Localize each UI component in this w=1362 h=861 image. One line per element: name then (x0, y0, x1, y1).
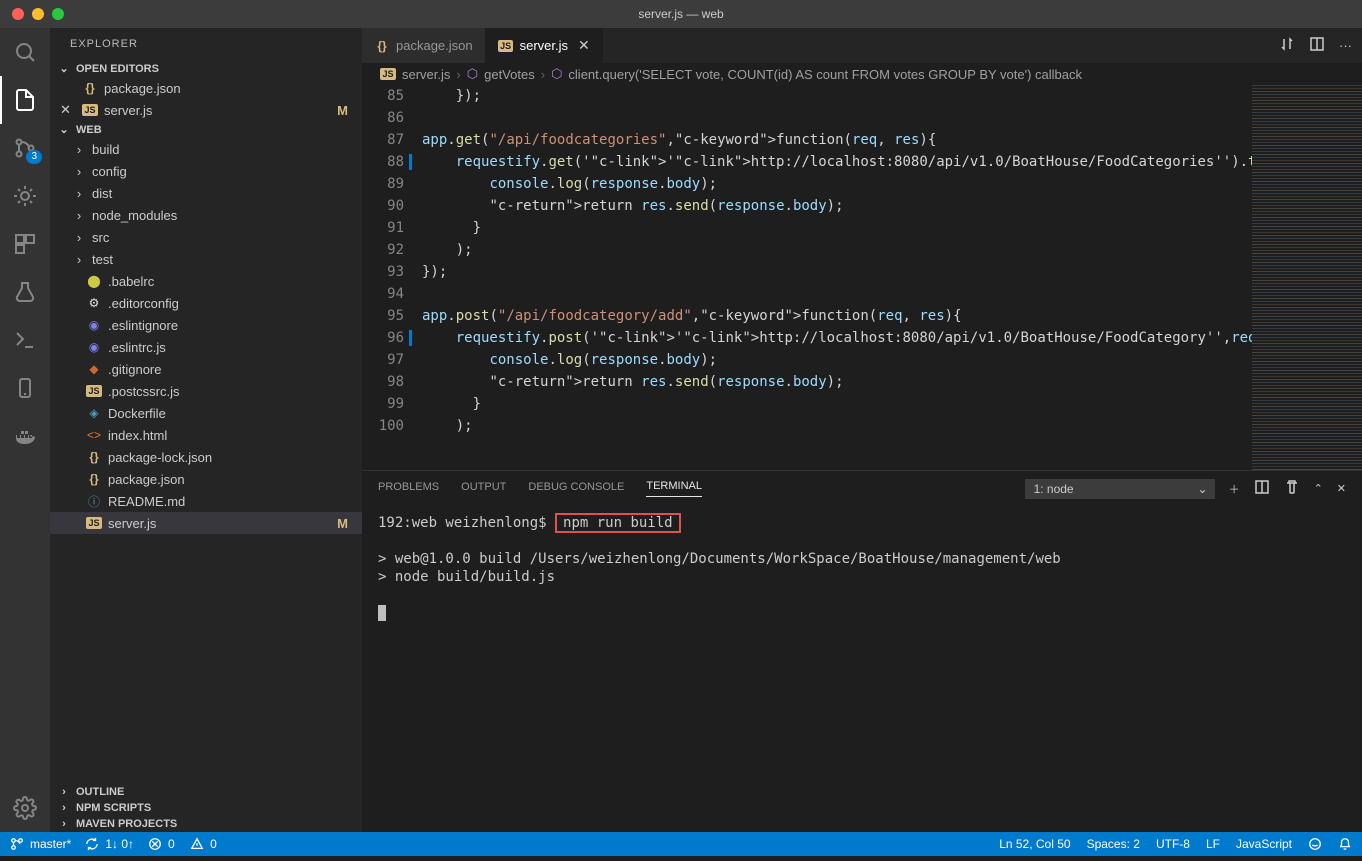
workspace-section[interactable]: ⌄WEB (50, 121, 362, 138)
tab-bar: {}package.jsonJSserver.js✕ ··· (362, 28, 1362, 63)
file-item[interactable]: {}package-lock.json (50, 446, 362, 468)
tab-problems[interactable]: PROBLEMS (378, 481, 439, 497)
open-editors-section[interactable]: ⌄OPEN EDITORS (50, 60, 362, 77)
tab-terminal[interactable]: TERMINAL (646, 480, 702, 497)
folder-item[interactable]: ›src (50, 226, 362, 248)
maximize-panel-icon[interactable]: ⌃ (1314, 482, 1323, 495)
editor-tab[interactable]: JSserver.js✕ (486, 28, 603, 63)
status-bar: master* 1↓ 0↑ 0 0 Ln 52, Col 50 Spaces: … (0, 832, 1362, 856)
status-sync[interactable]: 1↓ 0↑ (85, 837, 134, 851)
sidebar: EXPLORER ⌄OPEN EDITORS {}package.json✕JS… (50, 28, 362, 832)
kill-terminal-icon[interactable] (1284, 479, 1300, 498)
status-language[interactable]: JavaScript (1236, 837, 1292, 851)
compare-changes-icon[interactable] (1279, 36, 1295, 55)
file-item[interactable]: ◆.gitignore (50, 358, 362, 380)
minimap[interactable] (1252, 85, 1362, 470)
split-terminal-icon[interactable] (1254, 479, 1270, 498)
explorer-icon[interactable] (0, 76, 50, 124)
explorer-title: EXPLORER (50, 28, 362, 60)
test-icon[interactable] (0, 268, 50, 316)
device-icon[interactable] (0, 364, 50, 412)
file-item[interactable]: ◈Dockerfile (50, 402, 362, 424)
maximize-window-button[interactable] (52, 8, 64, 20)
scm-badge: 3 (26, 150, 42, 164)
status-cursor-position[interactable]: Ln 52, Col 50 (999, 837, 1070, 851)
folder-item[interactable]: ›config (50, 160, 362, 182)
editor-tab[interactable]: {}package.json (362, 28, 486, 63)
tab-output[interactable]: OUTPUT (461, 481, 506, 497)
extensions-icon[interactable] (0, 220, 50, 268)
settings-icon[interactable] (0, 784, 50, 832)
terminal-selector[interactable]: 1: node⌄ (1025, 479, 1215, 499)
traffic-lights (12, 8, 64, 20)
new-terminal-icon[interactable]: ＋ (1229, 481, 1240, 497)
file-item[interactable]: ⬤.babelrc (50, 270, 362, 292)
editor-area: {}package.jsonJSserver.js✕ ··· JS server… (362, 28, 1362, 832)
folder-item[interactable]: ›build (50, 138, 362, 160)
breadcrumb[interactable]: JS server.js › ⬡ getVotes › ⬡ client.que… (362, 63, 1362, 85)
folder-item[interactable]: ›node_modules (50, 204, 362, 226)
close-tab-icon[interactable]: ✕ (578, 37, 590, 54)
debug-icon[interactable] (0, 172, 50, 220)
outline-section[interactable]: ›OUTLINE (50, 784, 362, 800)
file-item[interactable]: JS.postcssrc.js (50, 380, 362, 402)
source-control-icon[interactable]: 3 (0, 124, 50, 172)
file-item[interactable]: ⓘREADME.md (50, 490, 362, 512)
npm-scripts-section[interactable]: ›NPM SCRIPTS (50, 800, 362, 816)
maven-section[interactable]: ›MAVEN PROJECTS (50, 816, 362, 832)
search-icon[interactable] (0, 28, 50, 76)
folder-item[interactable]: ›test (50, 248, 362, 270)
code-editor[interactable]: }); app.get("/api/foodcategories","c-key… (422, 85, 1252, 470)
more-actions-icon[interactable]: ··· (1339, 38, 1352, 53)
status-problems[interactable]: 0 0 (148, 837, 217, 851)
docker-icon[interactable] (0, 412, 50, 460)
notifications-icon[interactable] (1338, 837, 1352, 851)
status-branch[interactable]: master* (10, 837, 71, 851)
file-item[interactable]: ◉.eslintignore (50, 314, 362, 336)
terminal-body[interactable]: 192:web weizhenlong$ npm run build > web… (362, 506, 1362, 832)
highlighted-command: npm run build (555, 513, 681, 533)
file-item[interactable]: JSserver.jsM (50, 512, 362, 534)
status-indentation[interactable]: Spaces: 2 (1087, 837, 1140, 851)
minimize-window-button[interactable] (32, 8, 44, 20)
file-item[interactable]: ⚙.editorconfig (50, 292, 362, 314)
status-encoding[interactable]: UTF-8 (1156, 837, 1190, 851)
open-editor-item[interactable]: ✕JSserver.jsM (50, 99, 362, 121)
line-gutter[interactable]: 858687888990919293949596979899100 (362, 85, 422, 470)
close-window-button[interactable] (12, 8, 24, 20)
panel: PROBLEMS OUTPUT DEBUG CONSOLE TERMINAL 1… (362, 470, 1362, 832)
close-panel-icon[interactable]: ✕ (1337, 482, 1346, 495)
activity-bar: 3 (0, 28, 50, 832)
tab-debug-console[interactable]: DEBUG CONSOLE (528, 481, 624, 497)
file-item[interactable]: {}package.json (50, 468, 362, 490)
file-item[interactable]: ◉.eslintrc.js (50, 336, 362, 358)
remote-icon[interactable] (0, 316, 50, 364)
title-bar: server.js — web (0, 0, 1362, 28)
open-editor-item[interactable]: {}package.json (50, 77, 362, 99)
split-editor-icon[interactable] (1309, 36, 1325, 55)
status-eol[interactable]: LF (1206, 837, 1220, 851)
feedback-icon[interactable] (1308, 837, 1322, 851)
file-item[interactable]: <>index.html (50, 424, 362, 446)
terminal-cursor (378, 605, 386, 621)
folder-item[interactable]: ›dist (50, 182, 362, 204)
window-title: server.js — web (638, 7, 723, 21)
